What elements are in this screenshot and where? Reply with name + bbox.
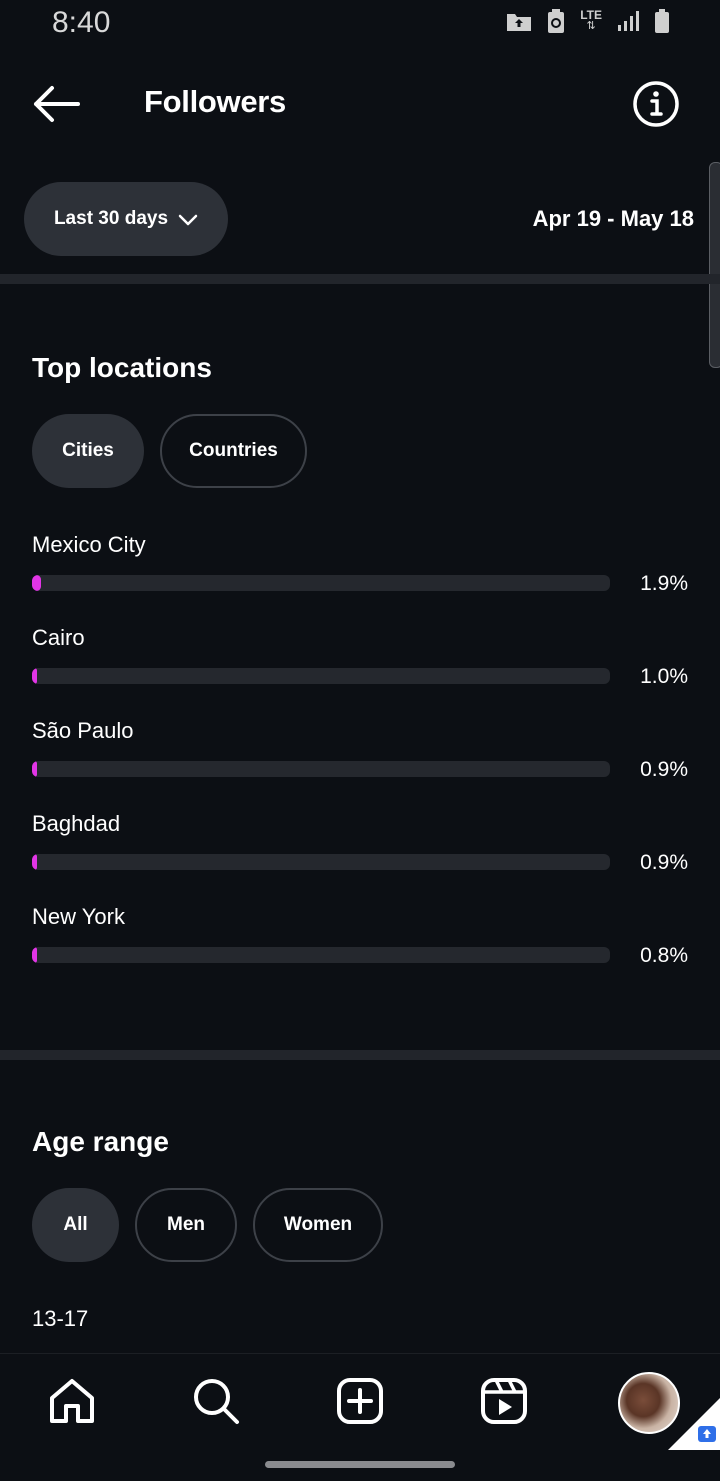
age-range-title: Age range	[32, 1126, 169, 1157]
location-percent: 1.0%	[640, 665, 688, 688]
location-name: São Paulo	[32, 718, 134, 743]
page-title: Followers	[144, 84, 286, 119]
battery-icon	[655, 9, 669, 33]
chevron-down-icon	[178, 214, 198, 226]
location-percent: 0.9%	[640, 851, 688, 874]
location-bar-fill	[32, 947, 37, 963]
nav-home[interactable]	[47, 1376, 97, 1426]
home-icon	[50, 1379, 94, 1423]
date-range-dropdown-label: Last 30 days	[53, 208, 169, 229]
location-name: New York	[32, 904, 125, 929]
nav-search[interactable]	[191, 1376, 241, 1426]
location-name: Mexico City	[32, 532, 146, 557]
location-percent: 0.8%	[640, 944, 688, 967]
location-bar-track	[32, 761, 610, 777]
date-range-dropdown[interactable]: Last 30 days	[24, 182, 228, 256]
location-bar-fill	[32, 854, 37, 870]
tab-countries[interactable]: Countries	[160, 414, 307, 488]
info-icon	[633, 81, 679, 127]
signal-icon	[618, 11, 639, 31]
tab-cities[interactable]: Cities	[32, 414, 144, 488]
location-bar-fill	[32, 668, 37, 684]
info-button[interactable]	[632, 80, 680, 128]
tab-all[interactable]: All	[32, 1188, 119, 1262]
battery-saver-icon	[548, 9, 565, 33]
location-percent: 0.9%	[640, 758, 688, 781]
location-percent: 1.9%	[640, 572, 688, 595]
nav-create[interactable]	[335, 1376, 385, 1426]
back-button[interactable]	[30, 82, 82, 126]
location-bar-track	[32, 575, 610, 591]
location-bar-track	[32, 947, 610, 963]
status-icons: LTE ⇅	[506, 8, 670, 34]
location-bar-fill	[32, 575, 41, 591]
top-locations-title: Top locations	[32, 352, 212, 383]
location-name: Baghdad	[32, 811, 121, 836]
age-bucket-label: 13-17	[32, 1306, 89, 1331]
location-name: Cairo	[32, 625, 85, 650]
home-indicator[interactable]	[265, 1461, 455, 1468]
location-bar-fill	[32, 761, 37, 777]
arrow-left-icon	[34, 86, 80, 122]
cloud-upload-icon	[668, 1398, 720, 1450]
status-time: 8:40	[52, 6, 111, 39]
folder-icon	[507, 14, 532, 31]
section-divider	[0, 274, 720, 284]
location-bar-track	[32, 668, 610, 684]
nav-reels[interactable]	[479, 1376, 529, 1426]
create-icon	[337, 1378, 383, 1424]
lte-indicator: LTE ⇅	[580, 9, 602, 32]
tab-women[interactable]: Women	[253, 1188, 383, 1262]
search-icon	[194, 1379, 239, 1424]
data-arrows-icon: ⇅	[586, 20, 596, 32]
section-divider	[0, 1050, 720, 1060]
location-bar-track	[32, 854, 610, 870]
scroll-indicator[interactable]	[709, 162, 720, 368]
date-range-text: Apr 19 - May 18	[532, 206, 694, 231]
tab-men[interactable]: Men	[135, 1188, 237, 1262]
reels-icon	[481, 1378, 527, 1424]
upload-badge[interactable]	[668, 1398, 720, 1450]
